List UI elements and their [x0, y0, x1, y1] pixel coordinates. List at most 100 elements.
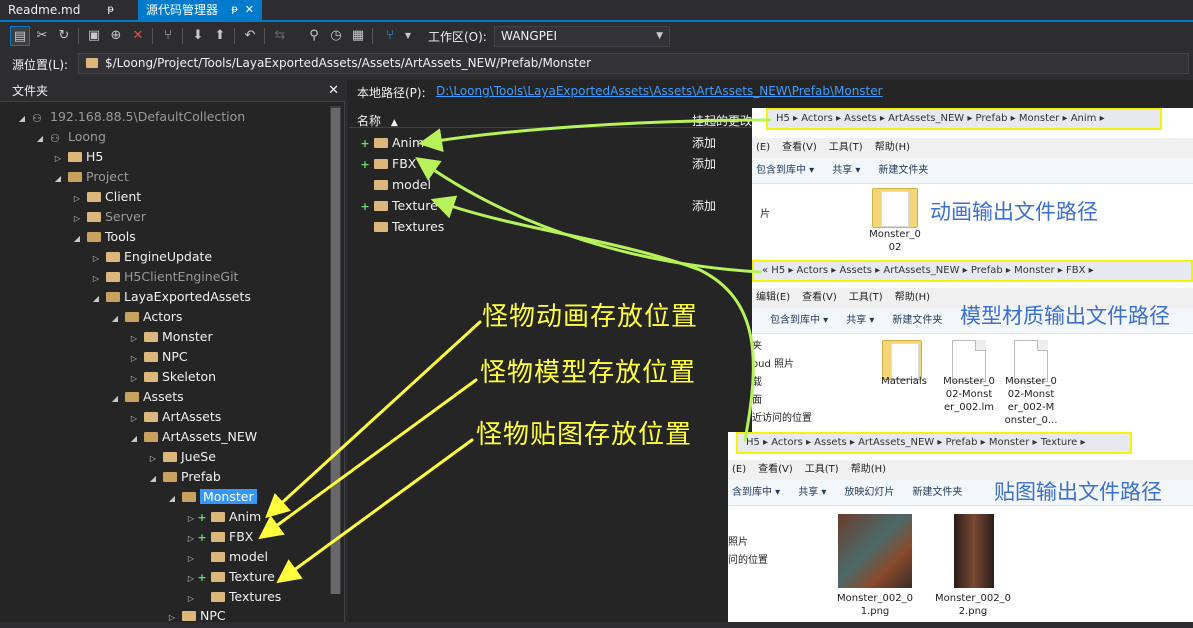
file-row-model[interactable]: model	[360, 175, 431, 195]
expand-icon[interactable]: ▷	[71, 209, 83, 229]
command-button[interactable]: 放映幻灯片	[844, 487, 894, 498]
merge-icon[interactable]: ⑂	[380, 26, 400, 46]
tree-item-server[interactable]: ▷ Server	[71, 207, 146, 227]
disconnect-icon[interactable]: ✂	[32, 26, 52, 46]
tree-item-layaexportedassets[interactable]: ◢ LayaExportedAssets	[90, 287, 251, 307]
expand-icon[interactable]: ▷	[185, 549, 197, 569]
menu-item[interactable]: (E)	[732, 464, 746, 475]
tree-item-assets[interactable]: ◢ Assets	[109, 387, 184, 407]
new-folder-icon[interactable]: ▣	[84, 26, 104, 46]
menu-item[interactable]: 帮助(H)	[851, 464, 886, 475]
collapse-icon[interactable]: ◢	[109, 389, 121, 409]
expand-icon[interactable]: ▷	[128, 329, 140, 349]
tree-item-collection[interactable]: ◢ ⚇ 192.168.88.5\DefaultCollection	[16, 107, 245, 127]
collapse-icon[interactable]: ◢	[16, 109, 28, 129]
close-icon[interactable]: ✕	[245, 0, 254, 20]
tree-item-artassets-new[interactable]: ◢ ArtAssets_NEW	[128, 427, 257, 447]
menu-item[interactable]: 查看(V)	[758, 464, 793, 475]
history-icon[interactable]: ◷	[326, 26, 346, 46]
scrollbar-thumb[interactable]	[331, 108, 340, 594]
texture-thumbnail[interactable]	[954, 514, 994, 588]
expand-icon[interactable]: ▷	[90, 269, 102, 289]
expand-icon[interactable]: ▷	[71, 189, 83, 209]
menu-item[interactable]: 工具(T)	[829, 142, 863, 153]
file-row-texture[interactable]: + Texture	[360, 196, 437, 216]
tree-item-fbx[interactable]: ▷ + FBX	[185, 527, 253, 547]
tree-item-prefab[interactable]: ◢ Prefab	[147, 467, 221, 487]
nav-item[interactable]: oud 照片	[752, 356, 812, 374]
file-row-textures[interactable]: Textures	[360, 217, 444, 237]
tree-item-h5[interactable]: ▷ H5	[52, 147, 103, 167]
tab-readme[interactable]: Readme.md ᵽ	[0, 0, 138, 20]
menu-item[interactable]: 查看(V)	[782, 142, 817, 153]
nav-item[interactable]: 面	[752, 392, 812, 410]
nav-item[interactable]: 近访问的位置	[752, 410, 812, 428]
menu-item[interactable]: 工具(T)	[805, 464, 839, 475]
expand-icon[interactable]: ▷	[128, 369, 140, 389]
tree-item-texture[interactable]: ▷ + Texture	[185, 567, 275, 587]
delete-icon[interactable]: ✕	[128, 26, 148, 46]
tree-item-client[interactable]: ▷ Client	[71, 187, 141, 207]
check-in-icon[interactable]: ⬆	[210, 26, 230, 46]
command-button[interactable]: 共享 ▾	[846, 315, 874, 326]
source-location-field[interactable]: $/Loong/Project/Tools/LayaExportedAssets…	[78, 53, 1189, 74]
expand-icon[interactable]: ▷	[166, 608, 178, 628]
breadcrumb[interactable]: H5 ▸ Actors ▸ Assets ▸ ArtAssets_NEW ▸ P…	[766, 108, 1162, 130]
collapse-icon[interactable]: ◢	[52, 169, 64, 189]
workspace-select[interactable]: WANGPEI ▼	[494, 26, 670, 47]
breadcrumb[interactable]: H5 ▸ Actors ▸ Assets ▸ ArtAssets_NEW ▸ P…	[736, 432, 1132, 454]
command-button[interactable]: 新建文件夹	[878, 165, 928, 176]
file-row-fbx[interactable]: + FBX	[360, 154, 416, 174]
tab-source-control-explorer[interactable]: 源代码管理器 ᵽ ✕	[138, 0, 262, 20]
branch-icon[interactable]: ⑂	[158, 26, 178, 46]
tree-item-actors[interactable]: ◢ Actors	[109, 307, 182, 327]
nav-item[interactable]: 照片	[728, 534, 768, 552]
expand-icon[interactable]: ▷	[185, 509, 197, 529]
tree-item-prefab-npc[interactable]: ▷ NPC	[166, 606, 226, 626]
command-button[interactable]: 包含到库中 ▾	[756, 165, 814, 176]
column-header-pending-changes[interactable]: 挂起的更改	[692, 112, 752, 129]
add-items-icon[interactable]: ⊕	[106, 26, 126, 46]
command-button[interactable]: 共享 ▾	[798, 487, 826, 498]
properties-icon[interactable]: ▦	[348, 26, 368, 46]
menu-item[interactable]: 工具(T)	[849, 292, 883, 303]
find-icon[interactable]: ⚲	[304, 26, 324, 46]
tree-item-project[interactable]: ◢ Project	[52, 167, 129, 187]
tree-item-artassets[interactable]: ▷ ArtAssets	[128, 407, 221, 427]
tree-item-loong[interactable]: ◢ ⚇ Loong	[34, 127, 106, 147]
chevron-down-icon[interactable]: ▼	[398, 26, 418, 46]
command-button[interactable]: 新建文件夹	[892, 315, 942, 326]
collapse-icon[interactable]: ◢	[90, 289, 102, 309]
expand-icon[interactable]: ▷	[52, 149, 64, 169]
tree-item-model[interactable]: ▷ model	[185, 547, 268, 567]
pin-icon[interactable]: ᵽ	[231, 0, 238, 20]
menu-item[interactable]: 帮助(H)	[895, 292, 930, 303]
folders-toggle-icon[interactable]: ▤	[10, 26, 30, 46]
menu-item[interactable]: 帮助(H)	[875, 142, 910, 153]
command-button[interactable]: 新建文件夹	[912, 487, 962, 498]
tree-item-engineupdate[interactable]: ▷ EngineUpdate	[90, 247, 212, 267]
texture-thumbnail[interactable]	[838, 514, 912, 588]
tree-item-juese[interactable]: ▷ JueSe	[147, 447, 216, 467]
breadcrumb[interactable]: « H5 ▸ Actors ▸ Assets ▸ ArtAssets_NEW ▸…	[752, 260, 1193, 282]
close-icon[interactable]: ✕	[328, 80, 339, 102]
pin-icon[interactable]: ᵽ	[107, 0, 114, 20]
tree-item-h5clientenginegit[interactable]: ▷ H5ClientEngineGit	[90, 267, 239, 289]
expand-icon[interactable]: ▷	[90, 249, 102, 269]
compare-icon[interactable]: ⇆	[270, 26, 290, 46]
collapse-icon[interactable]: ◢	[109, 309, 121, 329]
collapse-icon[interactable]: ◢	[166, 489, 178, 509]
nav-item[interactable]: 片	[760, 206, 770, 224]
undo-icon[interactable]: ↶	[240, 26, 260, 46]
column-header-name[interactable]: 名称 ▲	[357, 112, 398, 129]
expand-icon[interactable]: ▷	[128, 349, 140, 369]
tree-item-anim[interactable]: ▷ + Anim	[185, 507, 261, 527]
expand-icon[interactable]: ▷	[185, 569, 197, 589]
expand-icon[interactable]: ▷	[128, 409, 140, 429]
tree-item-tools[interactable]: ◢ Tools	[71, 227, 136, 247]
expand-icon[interactable]: ▷	[147, 449, 159, 469]
menu-item[interactable]: (E)	[756, 142, 770, 153]
menu-item[interactable]: 编辑(E)	[756, 292, 790, 303]
file-row-anim[interactable]: + Anim	[360, 133, 424, 153]
command-button[interactable]: 含到库中 ▾	[732, 487, 780, 498]
